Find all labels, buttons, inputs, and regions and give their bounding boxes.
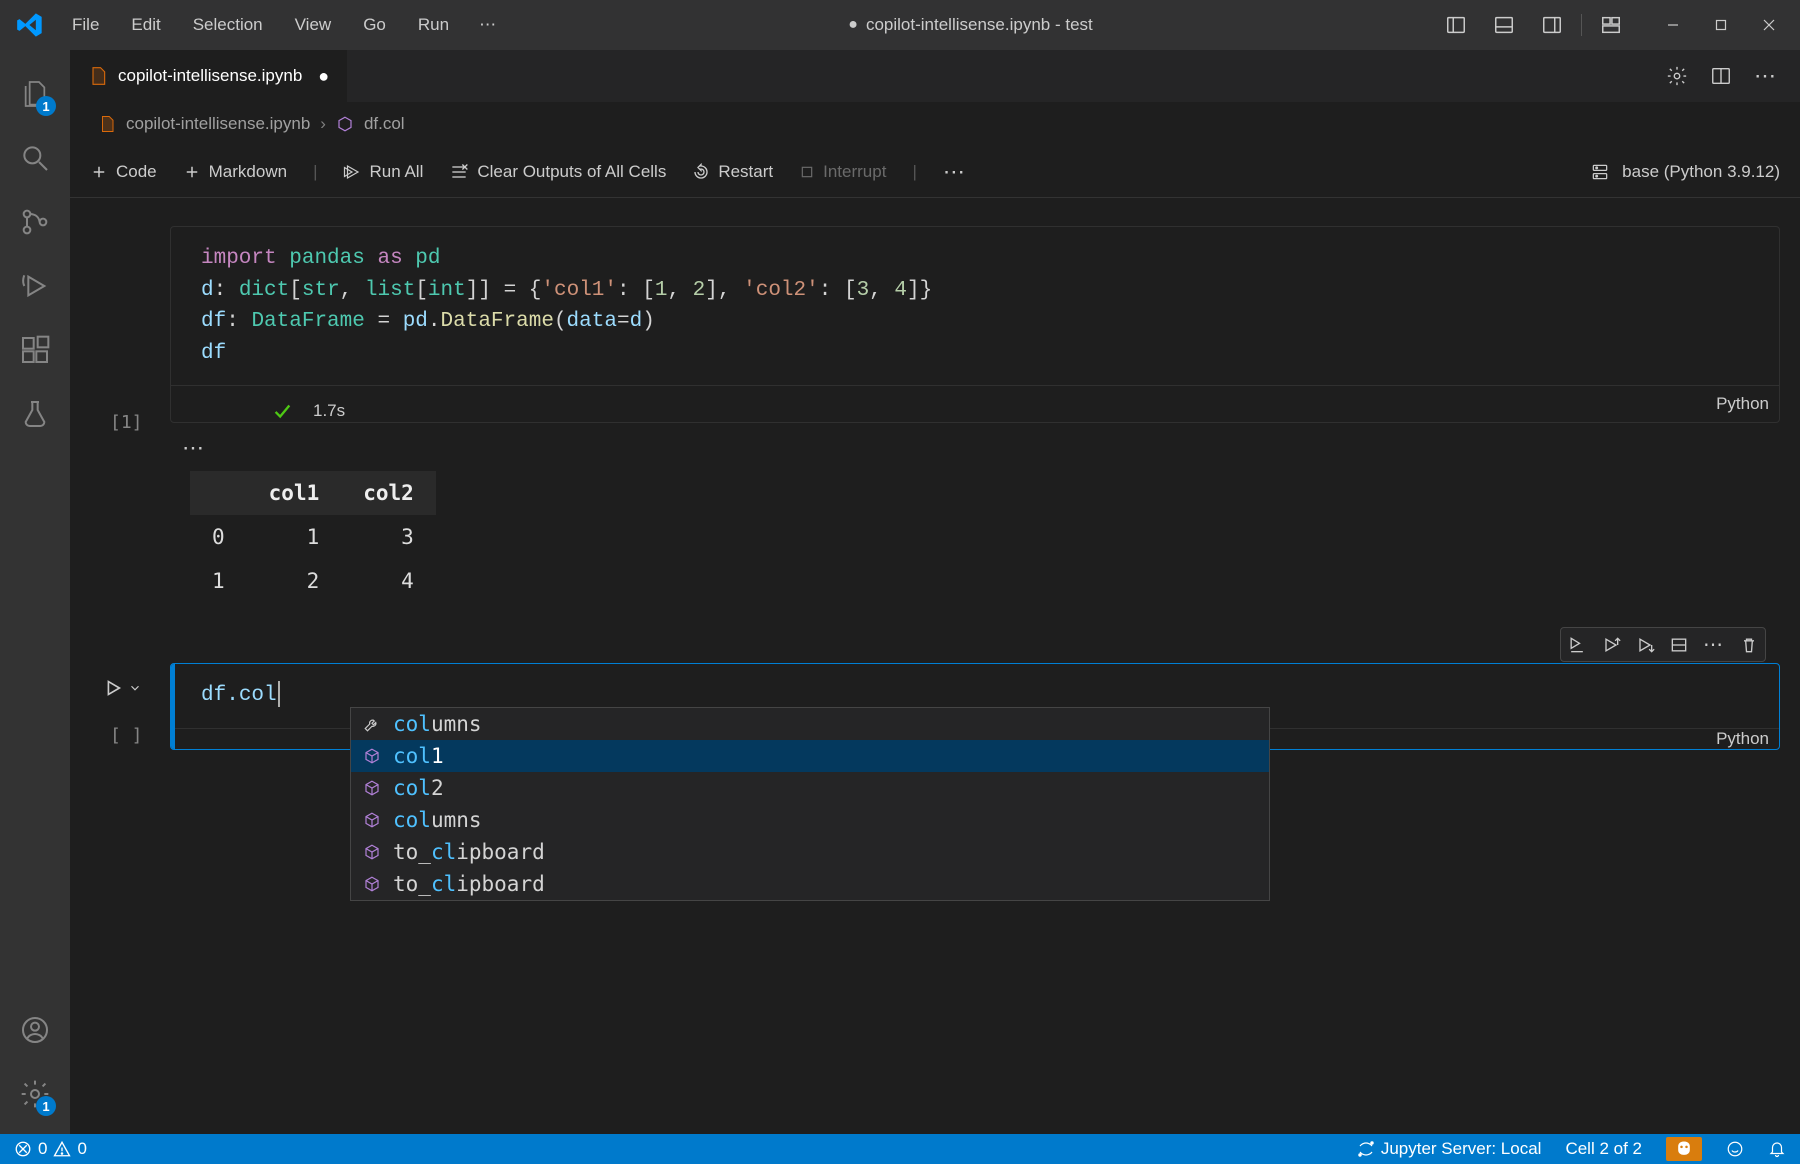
restart-button[interactable]: Restart <box>692 162 773 182</box>
layout-sidebar-right-icon[interactable] <box>1529 5 1575 45</box>
activitybar: 1 1 <box>0 50 70 1134</box>
cell-position-button[interactable]: Cell 2 of 2 <box>1565 1139 1642 1159</box>
tab-dirty-icon: ● <box>318 66 329 87</box>
activity-explorer-icon[interactable]: 1 <box>0 62 70 126</box>
cell-exec-count: [ ] <box>110 725 143 746</box>
minimize-icon[interactable] <box>1650 5 1696 45</box>
symbol-method-icon <box>336 115 354 133</box>
close-icon[interactable] <box>1746 5 1792 45</box>
notebook-file-icon <box>98 115 116 133</box>
code-editor[interactable]: import pandas as pd d: dict[str, list[in… <box>171 227 1779 385</box>
cell-more-icon[interactable]: ⋯ <box>1703 632 1725 657</box>
activity-testing-icon[interactable] <box>0 382 70 446</box>
notebook-toolbar: Code Markdown | Run All Clear Outputs of… <box>70 146 1800 198</box>
activity-accounts-icon[interactable] <box>0 998 70 1062</box>
split-cell-icon[interactable] <box>1669 635 1689 655</box>
tab-strip: copilot-intellisense.ipynb ● ⋯ <box>70 50 1800 102</box>
notifications-icon[interactable] <box>1768 1140 1786 1158</box>
cell-language[interactable]: Python <box>1716 394 1769 414</box>
tab-actions-settings-icon[interactable] <box>1666 65 1688 87</box>
tab-label: copilot-intellisense.ipynb <box>118 66 302 86</box>
cell-toolbar: ⋯ <box>1560 627 1766 662</box>
maximize-icon[interactable] <box>1698 5 1744 45</box>
intellisense-item[interactable]: col1 <box>351 740 1269 772</box>
server-icon <box>1590 162 1610 182</box>
cube-icon <box>361 779 383 797</box>
menu-run[interactable]: Run <box>404 9 463 41</box>
run-all-button[interactable]: Run All <box>343 162 423 182</box>
activity-settings-icon[interactable]: 1 <box>0 1062 70 1126</box>
clear-outputs-button[interactable]: Clear Outputs of All Cells <box>449 162 666 182</box>
add-markdown-cell-button[interactable]: Markdown <box>183 162 287 182</box>
layout-sidebar-left-icon[interactable] <box>1433 5 1479 45</box>
run-cell-button[interactable] <box>102 677 142 699</box>
cell-exec-count: [1] <box>110 412 143 433</box>
tab-more-icon[interactable]: ⋯ <box>1754 63 1778 89</box>
table-row: 013 <box>190 515 436 559</box>
window-controls <box>1433 5 1792 45</box>
jupyter-server-button[interactable]: Jupyter Server: Local <box>1357 1139 1542 1159</box>
menu-file[interactable]: File <box>58 9 113 41</box>
dirty-indicator-icon: ● <box>848 16 858 34</box>
feedback-icon[interactable] <box>1726 1140 1744 1158</box>
activity-debug-icon[interactable] <box>0 254 70 318</box>
add-code-cell-button[interactable]: Code <box>90 162 157 182</box>
menu-edit[interactable]: Edit <box>117 9 174 41</box>
cell-output: ⋯ col1 col2 013 124 <box>190 435 1780 603</box>
cube-icon <box>361 875 383 893</box>
cube-icon <box>361 747 383 765</box>
intellisense-popup[interactable]: columnscol1col2columnsto_clipboardto_cli… <box>350 707 1270 901</box>
code-cell-1[interactable]: import pandas as pd d: dict[str, list[in… <box>90 226 1780 603</box>
notebook-body: import pandas as pd d: dict[str, list[in… <box>70 198 1800 1134</box>
check-icon <box>271 400 293 422</box>
vscode-logo-icon <box>16 11 44 39</box>
settings-badge: 1 <box>36 1096 56 1116</box>
execute-below-icon[interactable] <box>1635 635 1655 655</box>
editor-area: copilot-intellisense.ipynb ● ⋯ copilot-i… <box>70 50 1800 1134</box>
activity-scm-icon[interactable] <box>0 190 70 254</box>
problems-button[interactable]: 0 0 <box>14 1139 87 1159</box>
tab-copilot-intellisense[interactable]: copilot-intellisense.ipynb ● <box>70 50 348 102</box>
cube-icon <box>361 843 383 861</box>
menu-more-icon[interactable]: ⋯ <box>467 9 508 41</box>
copilot-status-button[interactable] <box>1666 1137 1702 1161</box>
execute-above-icon[interactable] <box>1601 635 1621 655</box>
menu-go[interactable]: Go <box>349 9 400 41</box>
code-cell-2[interactable]: ⋯ df.col Python [ ] columnscol1col2colum… <box>90 663 1780 750</box>
table-row: 124 <box>190 559 436 603</box>
intellisense-item[interactable]: columns <box>351 708 1269 740</box>
interrupt-button[interactable]: Interrupt <box>799 162 886 182</box>
dataframe-output: col1 col2 013 124 <box>190 471 436 603</box>
breadcrumb-file[interactable]: copilot-intellisense.ipynb <box>126 114 310 134</box>
breadcrumb-symbol[interactable]: df.col <box>364 114 405 134</box>
activity-extensions-icon[interactable] <box>0 318 70 382</box>
window-title: ● copilot-intellisense.ipynb - test <box>508 15 1433 35</box>
intellisense-item[interactable]: columns <box>351 804 1269 836</box>
cube-icon <box>361 811 383 829</box>
menu-selection[interactable]: Selection <box>179 9 277 41</box>
intellisense-item[interactable]: to_clipboard <box>351 836 1269 868</box>
customize-layout-icon[interactable] <box>1588 5 1634 45</box>
wrench-icon <box>361 715 383 733</box>
delete-cell-icon[interactable] <box>1739 635 1759 655</box>
menu-view[interactable]: View <box>281 9 346 41</box>
output-more-icon[interactable]: ⋯ <box>182 435 1780 461</box>
titlebar: File Edit Selection View Go Run ⋯ ● copi… <box>0 0 1800 50</box>
split-editor-icon[interactable] <box>1710 65 1732 87</box>
layout-panel-icon[interactable] <box>1481 5 1527 45</box>
notebook-file-icon <box>88 66 108 86</box>
breadcrumb[interactable]: copilot-intellisense.ipynb › df.col <box>70 102 1800 146</box>
cell-duration: 1.7s <box>313 401 345 421</box>
run-by-line-icon[interactable] <box>1567 635 1587 655</box>
activity-search-icon[interactable] <box>0 126 70 190</box>
explorer-badge: 1 <box>36 96 56 116</box>
cell-language[interactable]: Python <box>1716 729 1769 749</box>
toolbar-more-icon[interactable]: ⋯ <box>943 159 967 185</box>
statusbar: 0 0 Jupyter Server: Local Cell 2 of 2 <box>0 1134 1800 1164</box>
kernel-picker[interactable]: base (Python 3.9.12) <box>1622 162 1780 182</box>
chevron-right-icon: › <box>320 114 326 134</box>
intellisense-item[interactable]: col2 <box>351 772 1269 804</box>
menu-bar: File Edit Selection View Go Run ⋯ <box>58 9 508 41</box>
intellisense-item[interactable]: to_clipboard <box>351 868 1269 900</box>
